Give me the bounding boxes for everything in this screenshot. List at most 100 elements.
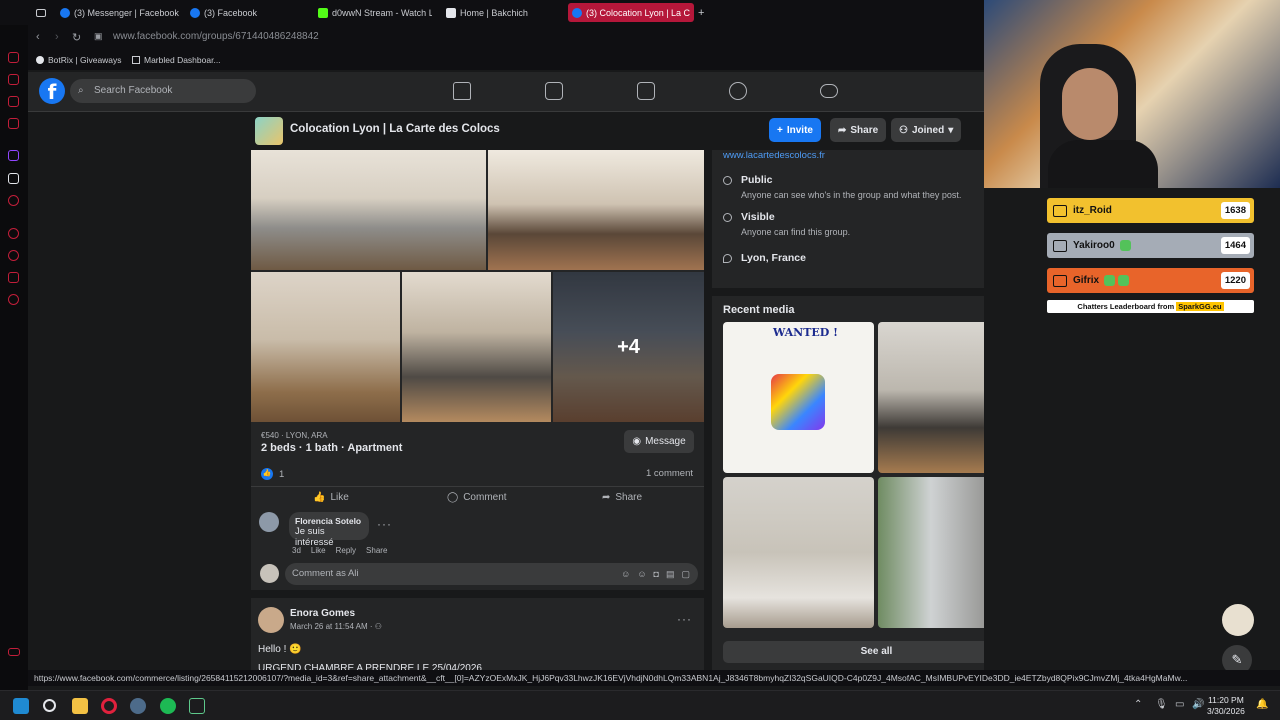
marketplace-icon[interactable] bbox=[637, 82, 655, 100]
right-spacer bbox=[984, 188, 1280, 670]
gaming-icon[interactable] bbox=[820, 84, 838, 98]
leaderboard-row: Yakiroo0 1464 bbox=[1047, 233, 1254, 258]
more-options-icon[interactable]: ··· bbox=[677, 612, 692, 626]
reload-icon[interactable]: ↻ bbox=[72, 31, 81, 44]
listing-photo-bedroom-2[interactable] bbox=[402, 272, 551, 422]
invite-button[interactable]: + Invite bbox=[769, 118, 821, 142]
windows-start-icon[interactable] bbox=[13, 698, 29, 714]
sidebar-extensions-icon[interactable] bbox=[8, 272, 19, 283]
tab-facebook[interactable]: (3) Facebook bbox=[190, 3, 310, 22]
media-thumb-bathroom[interactable] bbox=[723, 477, 874, 628]
recent-media-title: Recent media bbox=[723, 304, 795, 316]
home-icon[interactable] bbox=[453, 82, 471, 100]
sidebar-music-icon[interactable] bbox=[8, 195, 19, 206]
sidebar-twitch-icon[interactable] bbox=[8, 150, 19, 161]
comment-like-link[interactable]: Like bbox=[311, 546, 326, 555]
tab-kick-stream[interactable]: d0wwN Stream - Watch L bbox=[318, 3, 432, 22]
tab-bakchich[interactable]: Home | Bakchich bbox=[446, 3, 556, 22]
leaderboard-footer: Chatters Leaderboard from SparkGG.eu bbox=[1047, 300, 1254, 313]
badge-icon bbox=[1118, 275, 1130, 286]
volume-icon[interactable]: 🔊 bbox=[1192, 699, 1204, 710]
message-button[interactable]: ◉ Message bbox=[624, 430, 694, 453]
like-button[interactable]: 👍 Like bbox=[313, 492, 349, 503]
sidebar-shopping-icon[interactable] bbox=[8, 74, 19, 85]
share-button[interactable]: ➦ Share bbox=[830, 118, 887, 142]
page-favicon-icon bbox=[132, 56, 140, 64]
facebook-favicon-icon bbox=[572, 7, 582, 18]
emoji-icon[interactable]: ☺ bbox=[637, 563, 646, 585]
listing-title[interactable]: 2 beds · 1 bath · Apartment bbox=[261, 442, 402, 454]
search-icon: ⌕ bbox=[78, 85, 84, 96]
listing-photo-bedroom-1[interactable] bbox=[251, 272, 400, 422]
steam-icon[interactable] bbox=[130, 698, 146, 714]
bookmark-botrix[interactable]: BotRix | Giveaways bbox=[36, 55, 122, 65]
gif-icon[interactable]: ▤ bbox=[666, 563, 675, 585]
sidebar-clock-icon[interactable] bbox=[8, 250, 19, 261]
comment-share-link[interactable]: Share bbox=[366, 546, 387, 555]
group-title[interactable]: Colocation Lyon | La Carte des Colocs bbox=[290, 123, 500, 135]
media-thumb-wanted-poster[interactable]: WANTED ! bbox=[723, 322, 874, 473]
group-website-link[interactable]: www.lacartedescolocs.fr bbox=[723, 150, 825, 161]
crown-icon bbox=[1053, 274, 1067, 287]
comment-input[interactable]: Comment as Ali ☺ ☺ ◘ ▤ ▢ bbox=[285, 563, 698, 585]
sidebar-x-icon[interactable] bbox=[8, 173, 19, 184]
taskbar-clock[interactable]: 11:20 PM 3/30/2026 bbox=[1207, 695, 1245, 717]
facebook-logo-icon[interactable]: f bbox=[39, 78, 65, 104]
contact-avatar[interactable] bbox=[1222, 604, 1254, 636]
file-explorer-icon[interactable] bbox=[72, 698, 88, 714]
tab-messenger[interactable]: (3) Messenger | Facebook bbox=[60, 3, 180, 22]
sidebar-history-icon[interactable] bbox=[8, 228, 19, 239]
comment-author[interactable]: Florencia Sotelo bbox=[295, 516, 363, 526]
sidebar-settings-icon[interactable] bbox=[8, 294, 19, 305]
listing-photo-kitchen[interactable] bbox=[488, 150, 704, 270]
avatar-sticker-icon[interactable]: ☺ bbox=[621, 563, 630, 585]
leaderboard-row: Gifrix 1220 bbox=[1047, 268, 1254, 293]
comment-button[interactable]: ◯ Comment bbox=[447, 492, 507, 503]
camera-icon[interactable]: ◘ bbox=[654, 563, 659, 585]
joined-button[interactable]: ⚇ Joined ▾ bbox=[891, 118, 962, 142]
sidebar-gx-icon[interactable] bbox=[8, 648, 20, 656]
spotify-icon[interactable] bbox=[160, 698, 176, 714]
app-icon[interactable] bbox=[189, 698, 205, 714]
sidebar-messenger-icon[interactable] bbox=[8, 96, 19, 107]
kick-favicon-icon bbox=[318, 7, 328, 18]
sidebar-instagram-icon[interactable] bbox=[8, 118, 19, 129]
group-thumbnail[interactable] bbox=[255, 117, 283, 145]
search-icon[interactable] bbox=[43, 699, 56, 712]
post-timestamp[interactable]: March 26 at 11:54 AM · ⚇ bbox=[290, 622, 382, 631]
reaction-summary[interactable]: 👍 1 bbox=[261, 468, 284, 480]
sticker-icon[interactable]: ▢ bbox=[681, 563, 690, 585]
back-icon[interactable]: ‹ bbox=[36, 31, 40, 43]
forward-icon[interactable]: › bbox=[55, 31, 59, 43]
visibility-visible: Visible Anyone can find this group. bbox=[723, 211, 850, 237]
video-icon[interactable] bbox=[545, 82, 563, 100]
new-tab-icon[interactable]: + bbox=[698, 3, 708, 22]
bookmark-marbled[interactable]: Marbled Dashboar... bbox=[132, 55, 221, 65]
tab-overview-icon[interactable] bbox=[36, 3, 50, 22]
listing-photo-living-room[interactable] bbox=[251, 150, 486, 270]
avatar[interactable] bbox=[258, 607, 284, 633]
comment-reply-link[interactable]: Reply bbox=[336, 546, 356, 555]
search-input[interactable]: ⌕ Search Facebook bbox=[70, 79, 256, 103]
opera-gx-icon[interactable] bbox=[101, 698, 117, 714]
avatar[interactable] bbox=[260, 564, 279, 583]
tab-colocation-lyon[interactable]: (3) Colocation Lyon | La C bbox=[568, 3, 694, 22]
notification-icon[interactable]: 🔔 bbox=[1256, 699, 1268, 710]
avatar[interactable] bbox=[259, 512, 279, 532]
network-icon[interactable]: ▭ bbox=[1175, 699, 1184, 710]
more-options-icon[interactable]: ··· bbox=[377, 517, 392, 531]
comment-count[interactable]: 1 comment bbox=[646, 468, 693, 479]
listing-post: +4 €540 · LYON, ARA 2 beds · 1 bath · Ap… bbox=[251, 150, 704, 590]
group-header: Colocation Lyon | La Carte des Colocs + I… bbox=[28, 112, 984, 150]
post-author[interactable]: Enora Gomes bbox=[290, 608, 355, 619]
microphone-icon[interactable]: 🎙 bbox=[1155, 699, 1168, 710]
leaderboard-row: itz_Roid 1638 bbox=[1047, 198, 1254, 223]
group-about: www.lacartedescolocs.fr Public Anyone can… bbox=[712, 150, 984, 288]
more-photos-overlay[interactable]: +4 bbox=[553, 272, 704, 422]
groups-icon[interactable] bbox=[729, 82, 747, 100]
share-button[interactable]: ➦ Share bbox=[602, 492, 642, 503]
chevron-up-icon[interactable]: ⌃ bbox=[1134, 699, 1142, 710]
sidebar-aria-icon[interactable] bbox=[8, 52, 19, 63]
url-field[interactable]: www.facebook.com/groups/671440486248842 bbox=[113, 31, 319, 42]
listing-photo-rooftops[interactable]: +4 bbox=[553, 272, 704, 422]
